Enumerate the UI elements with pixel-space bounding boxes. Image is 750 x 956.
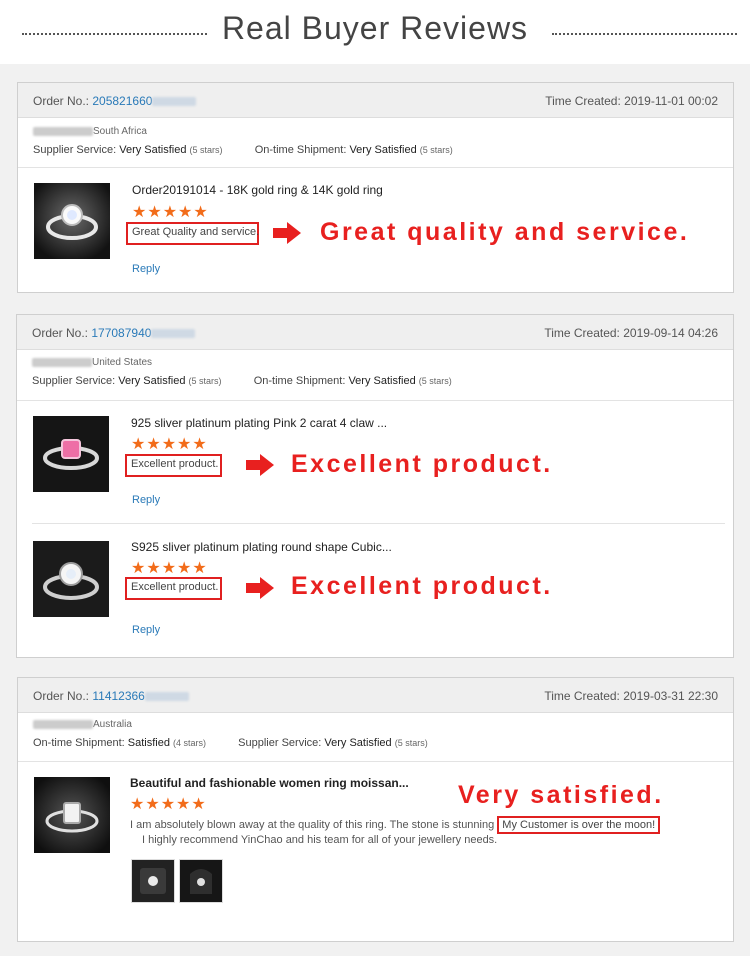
buyer-country: Australia	[93, 719, 132, 730]
service-value: Very Satisfied	[118, 375, 186, 387]
divider	[17, 400, 733, 401]
item-divider	[32, 523, 725, 524]
review-comment-highlight: Great Quality and service.	[126, 222, 259, 245]
callout-text: Great quality and service.	[320, 218, 690, 246]
page-title: Real Buyer Reviews	[221, 10, 529, 46]
header-dots-right	[552, 33, 737, 35]
order-header: Order No.: 177087940 Time Created: 2019-…	[17, 315, 733, 350]
buyer-country: United States	[92, 357, 153, 368]
order-number-link[interactable]: 205821660	[92, 94, 152, 108]
service-label: Supplier Service:	[33, 144, 117, 156]
service-value: Very Satisfied	[324, 737, 392, 749]
product-title[interactable]: 925 sliver platinum plating Pink 2 carat…	[131, 416, 387, 430]
service-value: Very Satisfied	[348, 375, 416, 387]
order-number-link[interactable]: 177087940	[91, 326, 151, 340]
masked-text	[151, 329, 196, 339]
masked-text	[152, 97, 197, 107]
order-label: Order No.:	[32, 326, 89, 340]
time-label: Time Created:	[544, 326, 620, 340]
time-created: 2019-03-31 22:30	[623, 689, 718, 703]
service-ratings: Supplier Service: Very Satisfied (5 star…	[33, 144, 453, 156]
product-thumbnail[interactable]	[34, 777, 110, 853]
order-header: Order No.: 11412366 Time Created: 2019-0…	[18, 678, 733, 713]
service-stars: (5 stars)	[419, 145, 453, 155]
service-value: Satisfied	[127, 737, 170, 749]
review-comment-highlight: Excellent product.	[125, 454, 222, 477]
reply-link[interactable]: Reply	[132, 494, 160, 506]
masked-buyer-name	[32, 357, 92, 367]
rating-stars: ★★★★★	[131, 560, 208, 577]
order-header: Order No.: 205821660 Time Created: 2019-…	[18, 83, 733, 118]
arrow-right-icon	[246, 454, 274, 476]
product-thumbnail[interactable]	[33, 541, 109, 617]
service-stars: (5 stars)	[189, 145, 223, 155]
buyer-info: Australia	[33, 719, 132, 730]
review-card-2: Order No.: 177087940 Time Created: 2019-…	[16, 314, 734, 658]
service-label: On-time Shipment:	[253, 375, 346, 387]
service-value: Very Satisfied	[119, 144, 187, 156]
order-number-link[interactable]: 11412366	[92, 689, 145, 703]
service-stars: (5 stars)	[418, 376, 452, 386]
review-comment-highlight: Excellent product.	[125, 577, 222, 600]
review-comment-highlight: My Customer is over the moon!	[497, 816, 661, 834]
review-card-1: Order No.: 205821660 Time Created: 2019-…	[17, 82, 734, 293]
product-title[interactable]: Beautiful and fashionable women ring moi…	[130, 776, 409, 790]
product-thumbnail[interactable]	[33, 416, 109, 492]
service-stars: (4 stars)	[173, 738, 207, 748]
masked-buyer-name	[33, 719, 93, 729]
masked-text	[144, 692, 189, 702]
divider	[18, 761, 733, 762]
review-photo[interactable]	[179, 859, 223, 903]
product-title[interactable]: S925 sliver platinum plating round shape…	[131, 540, 392, 554]
product-title[interactable]: Order20191014 - 18K gold ring & 14K gold…	[132, 183, 383, 197]
rating-stars: ★★★★★	[131, 436, 208, 453]
rating-stars: ★★★★★	[132, 204, 209, 221]
buyer-country: South Africa	[93, 126, 147, 137]
time-created: 2019-11-01 00:02	[624, 94, 718, 108]
service-label: Supplier Service:	[238, 737, 322, 749]
order-label: Order No.:	[33, 94, 90, 108]
service-stars: (5 stars)	[394, 738, 428, 748]
reply-link[interactable]: Reply	[132, 624, 160, 636]
service-label: Supplier Service:	[32, 375, 116, 387]
service-ratings: On-time Shipment: Satisfied (4 stars) Su…	[33, 737, 428, 749]
time-label: Time Created:	[545, 94, 621, 108]
divider	[18, 167, 733, 168]
callout-text: Excellent product.	[291, 572, 553, 600]
order-label: Order No.:	[33, 689, 90, 703]
service-stars: (5 stars)	[188, 376, 222, 386]
service-label: On-time Shipment:	[33, 737, 125, 749]
service-value: Very Satisfied	[349, 144, 417, 156]
callout-text: Excellent product.	[291, 450, 553, 478]
review-photo[interactable]	[131, 859, 175, 903]
callout-text: Very satisfied.	[458, 781, 664, 809]
service-label: On-time Shipment:	[254, 144, 347, 156]
review-body-line: I am absolutely blown away at the qualit…	[130, 818, 495, 831]
buyer-info: United States	[32, 357, 152, 368]
rating-stars: ★★★★★	[130, 796, 207, 813]
time-label: Time Created:	[544, 689, 620, 703]
arrow-right-icon	[273, 222, 301, 244]
time-created: 2019-09-14 04:26	[623, 326, 718, 340]
review-card-3: Order No.: 11412366 Time Created: 2019-0…	[17, 677, 734, 942]
masked-buyer-name	[33, 126, 93, 136]
service-ratings: Supplier Service: Very Satisfied (5 star…	[32, 375, 452, 387]
buyer-info: South Africa	[33, 126, 147, 137]
arrow-right-icon	[246, 577, 274, 599]
page-header: Real Buyer Reviews	[0, 0, 750, 64]
product-thumbnail[interactable]	[34, 183, 110, 259]
reply-link[interactable]: Reply	[132, 263, 160, 275]
review-body-line: I highly recommend YinChao and his team …	[142, 834, 498, 846]
